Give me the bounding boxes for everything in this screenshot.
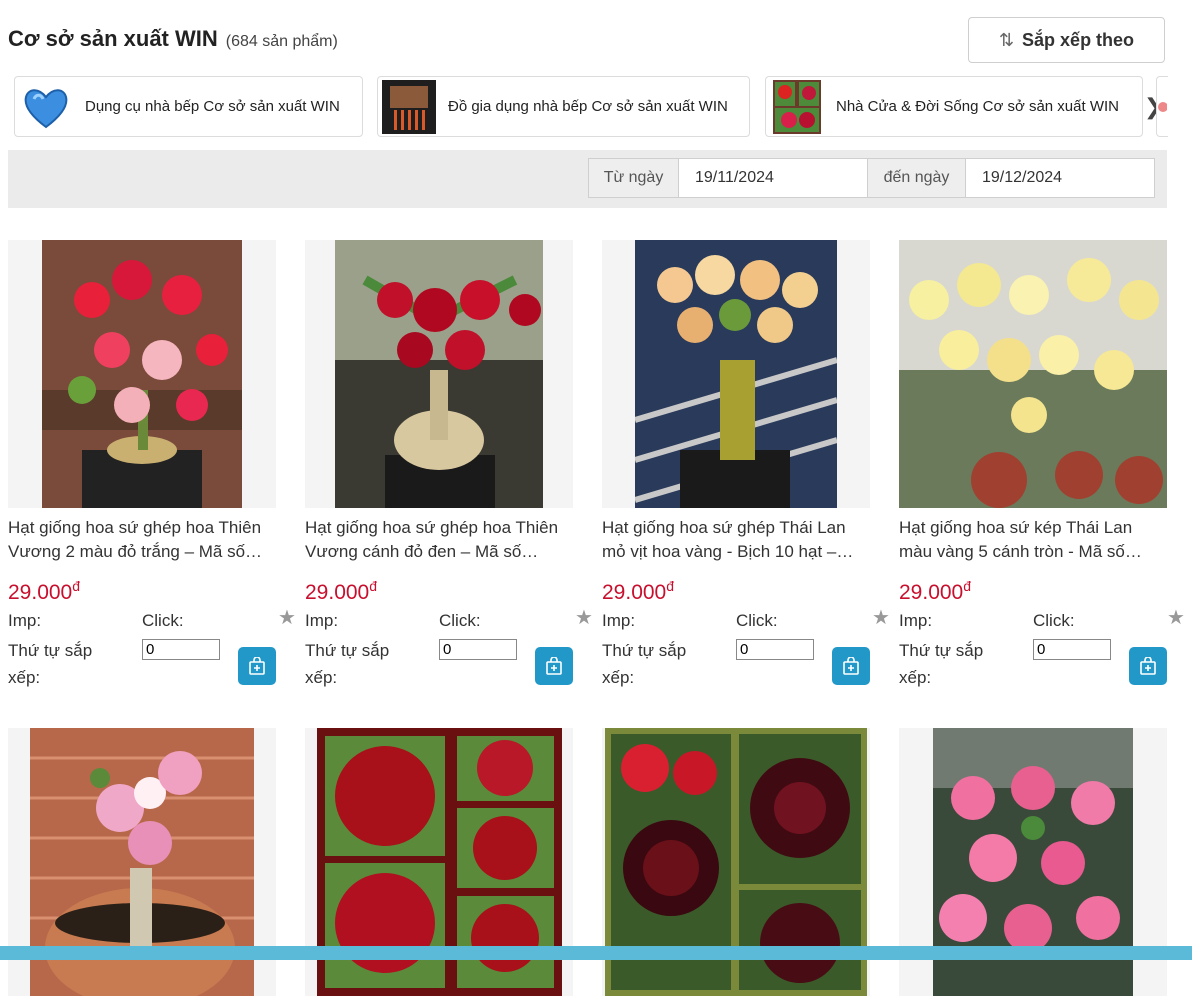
product-image[interactable] bbox=[899, 240, 1167, 508]
sort-button[interactable]: ⇅ Sắp xếp theo bbox=[968, 17, 1165, 63]
product-meta: Imp: Click: Thứ tự sắp xếp: ★ bbox=[305, 605, 593, 687]
order-label: Thứ tự sắp xếp: bbox=[602, 641, 687, 687]
product-meta: Imp: Click: Thứ tự sắp xếp: ★ bbox=[899, 605, 1185, 687]
bag-plus-icon bbox=[1140, 657, 1156, 675]
shop-title: Cơ sở sản xuất WIN bbox=[8, 26, 218, 51]
product-card: Hạt giống hoa sứ kép Thái Lan màu vàng 5… bbox=[899, 240, 1185, 687]
product-price: 29.000đ bbox=[899, 578, 972, 604]
order-label: Thứ tự sắp xếp: bbox=[899, 641, 984, 687]
product-count: (684 sản phẩm) bbox=[225, 33, 338, 50]
click-label: Click: bbox=[736, 611, 778, 630]
sort-arrows-icon: ⇅ bbox=[998, 29, 1015, 50]
category-label: Nhà Cửa & Đời Sống Cơ sở sản xuất WIN bbox=[836, 98, 1119, 115]
add-to-cart-button[interactable] bbox=[832, 647, 870, 685]
imp-label: Imp: bbox=[899, 611, 933, 630]
product-meta: Imp: Click: Thứ tự sắp xếp: ★ bbox=[602, 605, 890, 687]
product-image[interactable] bbox=[602, 240, 870, 508]
category-card-partial[interactable] bbox=[1156, 76, 1168, 137]
click-label: Click: bbox=[439, 611, 481, 630]
bag-plus-icon bbox=[843, 657, 859, 675]
imp-label: Imp: bbox=[602, 611, 636, 630]
bag-plus-icon bbox=[249, 657, 265, 675]
knife-set-icon bbox=[382, 79, 436, 134]
category-strip: Dụng cụ nhà bếp Cơ sở sản xuất WIN Đồ gi… bbox=[14, 76, 1168, 138]
product-card: Hạt giống hoa sứ ghép hoa Thiên Vương 2 … bbox=[8, 240, 296, 687]
category-label: Đồ gia dụng nhà bếp Cơ sở sản xuất WIN bbox=[448, 98, 728, 115]
category-card-kitchen-appliances[interactable]: Đồ gia dụng nhà bếp Cơ sở sản xuất WIN bbox=[377, 76, 750, 137]
star-icon[interactable]: ★ bbox=[278, 605, 296, 630]
order-label: Thứ tự sắp xếp: bbox=[305, 641, 390, 687]
star-icon[interactable]: ★ bbox=[575, 605, 593, 630]
date-from-group: Từ ngày bbox=[588, 158, 868, 198]
shop-header: Cơ sở sản xuất WIN (684 sản phẩm) bbox=[8, 26, 338, 52]
product-name[interactable]: Hạt giống hoa sứ kép Thái Lan màu vàng 5… bbox=[899, 516, 1167, 564]
add-to-cart-button[interactable] bbox=[238, 647, 276, 685]
imp-label: Imp: bbox=[305, 611, 339, 630]
star-icon[interactable]: ★ bbox=[1167, 605, 1185, 630]
order-label: Thứ tự sắp xếp: bbox=[8, 641, 93, 687]
product-card: Hạt giống hoa sứ ghép Thái Lan mỏ vịt ho… bbox=[602, 240, 890, 687]
product-name[interactable]: Hạt giống hoa sứ ghép hoa Thiên Vương cá… bbox=[305, 516, 573, 564]
date-to-input[interactable] bbox=[966, 159, 1154, 197]
bottom-scroll-bar bbox=[0, 946, 1192, 960]
category-card-home-living[interactable]: Nhà Cửa & Đời Sống Cơ sở sản xuất WIN bbox=[765, 76, 1143, 137]
category-card-kitchen-tools[interactable]: Dụng cụ nhà bếp Cơ sở sản xuất WIN bbox=[14, 76, 363, 137]
date-to-group: đến ngày bbox=[867, 158, 1155, 198]
blue-heart-mold-icon bbox=[19, 80, 73, 134]
product-card: Hạt giống hoa sứ ghép hoa Thiên Vương cá… bbox=[305, 240, 593, 687]
order-input[interactable] bbox=[1033, 639, 1111, 660]
order-input[interactable] bbox=[736, 639, 814, 660]
sort-label: Sắp xếp theo bbox=[1022, 29, 1135, 50]
date-from-input[interactable] bbox=[679, 159, 867, 197]
imp-label: Imp: bbox=[8, 611, 42, 630]
order-input[interactable] bbox=[439, 639, 517, 660]
click-label: Click: bbox=[142, 611, 184, 630]
add-to-cart-button[interactable] bbox=[1129, 647, 1167, 685]
product-price: 29.000đ bbox=[602, 578, 675, 604]
bag-plus-icon bbox=[546, 657, 562, 675]
product-name[interactable]: Hạt giống hoa sứ ghép Thái Lan mỏ vịt ho… bbox=[602, 516, 870, 564]
category-label: Dụng cụ nhà bếp Cơ sở sản xuất WIN bbox=[85, 98, 340, 115]
order-input[interactable] bbox=[142, 639, 220, 660]
date-from-label: Từ ngày bbox=[589, 159, 679, 197]
product-image[interactable] bbox=[8, 240, 276, 508]
product-name[interactable]: Hạt giống hoa sứ ghép hoa Thiên Vương 2 … bbox=[8, 516, 276, 564]
product-meta: Imp: Click: Thứ tự sắp xếp: ★ bbox=[8, 605, 296, 687]
product-price: 29.000đ bbox=[8, 578, 81, 604]
click-label: Click: bbox=[1033, 611, 1075, 630]
date-to-label: đến ngày bbox=[868, 159, 966, 197]
star-icon[interactable]: ★ bbox=[872, 605, 890, 630]
flower-collage-icon bbox=[770, 79, 824, 134]
add-to-cart-button[interactable] bbox=[535, 647, 573, 685]
product-price: 29.000đ bbox=[305, 578, 378, 604]
product-image[interactable] bbox=[305, 240, 573, 508]
